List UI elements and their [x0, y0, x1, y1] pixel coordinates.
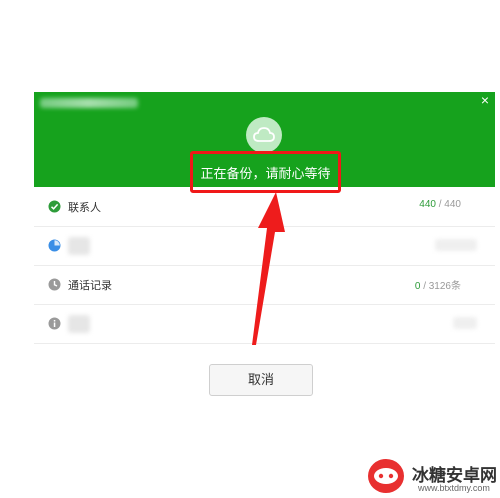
watermark-url: www.btxtdmy.com: [418, 483, 490, 493]
watermark-logo-icon: [368, 459, 404, 493]
watermark: 冰糖安卓网 www.btxtdmy.com: [368, 457, 498, 495]
annotation-arrow: [252, 192, 285, 345]
